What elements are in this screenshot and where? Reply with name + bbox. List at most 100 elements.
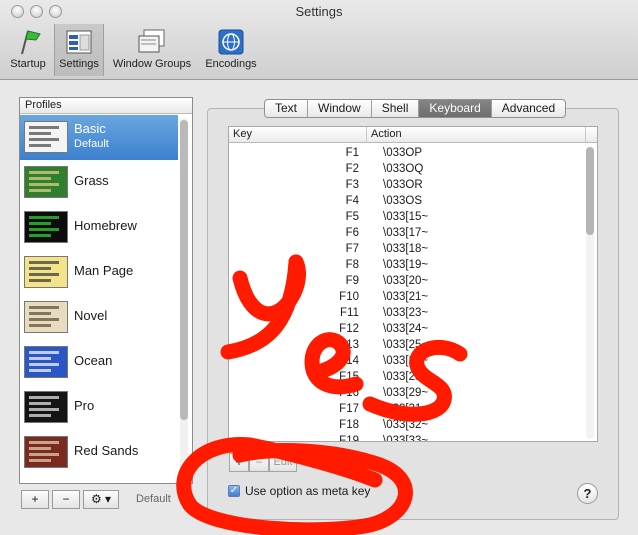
- toolbar-settings[interactable]: Settings: [54, 24, 104, 76]
- action-cell: \033[25~: [383, 339, 429, 351]
- profile-item-grass[interactable]: Grass: [20, 160, 178, 205]
- action-cell: \033[19~: [383, 259, 429, 271]
- key-cell: F5: [345, 211, 359, 223]
- column-header-key[interactable]: Key: [229, 127, 367, 143]
- help-button[interactable]: ?: [577, 483, 598, 504]
- profile-item-pro[interactable]: Pro: [20, 385, 178, 430]
- key-cell: F10: [339, 291, 359, 303]
- tab-shell[interactable]: Shell: [372, 100, 420, 117]
- key-mapping-row[interactable]: F7 \033[18~: [229, 241, 585, 257]
- profile-thumbnail: [24, 391, 68, 423]
- profiles-list[interactable]: Profiles Basic Default Grass Homebrew Man Pa…: [19, 97, 193, 484]
- profile-item-novel[interactable]: Novel: [20, 295, 178, 340]
- key-cell: F12: [339, 323, 359, 335]
- key-cell: F6: [345, 227, 359, 239]
- action-cell: \033OP: [383, 147, 422, 159]
- key-mapping-row[interactable]: F5 \033[15~: [229, 209, 585, 225]
- key-cell: F18: [339, 419, 359, 431]
- profile-item-homebrew[interactable]: Homebrew: [20, 205, 178, 250]
- profiles-scroll-thumb[interactable]: [180, 120, 188, 420]
- table-scrollbar[interactable]: [586, 147, 594, 439]
- action-cell: \033OR: [383, 179, 423, 191]
- key-mapping-row[interactable]: F15 \033[28~: [229, 369, 585, 385]
- remove-key-button[interactable]: −: [249, 453, 269, 472]
- key-cell: F17: [339, 403, 359, 415]
- add-key-button[interactable]: +: [229, 453, 249, 472]
- action-cell: \033OQ: [383, 163, 424, 175]
- key-mapping-row[interactable]: F9 \033[20~: [229, 273, 585, 289]
- toolbar-window-groups[interactable]: Window Groups: [108, 24, 196, 76]
- action-cell: \033[21~: [383, 291, 429, 303]
- key-mapping-row[interactable]: F17 \033[31~: [229, 401, 585, 417]
- key-mapping-row[interactable]: F11 \033[23~: [229, 305, 585, 321]
- default-profile-button[interactable]: Default: [136, 493, 171, 505]
- action-cell: \033[15~: [383, 211, 429, 223]
- profile-thumbnail: [24, 436, 68, 468]
- key-cell: F1: [345, 147, 359, 159]
- column-header-action[interactable]: Action: [367, 127, 585, 143]
- settings-panel-icon: [66, 30, 92, 54]
- action-cell: \033[28~: [383, 371, 429, 383]
- table-scroll-thumb[interactable]: [586, 147, 594, 235]
- edit-key-button[interactable]: Edit: [269, 453, 297, 472]
- key-mapping-row[interactable]: F1 \033OP: [229, 145, 585, 161]
- key-cell: F15: [339, 371, 359, 383]
- key-cell: F11: [340, 307, 359, 319]
- key-mapping-row[interactable]: F19 \033[33~: [229, 433, 585, 442]
- toolbar-startup[interactable]: Startup: [4, 24, 52, 76]
- key-cell: F9: [345, 275, 359, 287]
- profile-name: Basic: [74, 121, 106, 136]
- table-header-corner: [585, 127, 597, 143]
- key-mapping-row[interactable]: F4 \033OS: [229, 193, 585, 209]
- action-cell: \033[23~: [383, 307, 429, 319]
- title-bar: Settings Startup Settings Window Groups: [0, 0, 638, 80]
- profile-name: Red Sands: [74, 443, 139, 458]
- add-profile-button[interactable]: +: [21, 490, 49, 509]
- key-cell: F2: [345, 163, 359, 175]
- key-mapping-row[interactable]: F3 \033OR: [229, 177, 585, 193]
- profile-name: Homebrew: [74, 218, 137, 233]
- profiles-scrollbar[interactable]: [180, 118, 188, 480]
- tab-advanced[interactable]: Advanced: [492, 100, 565, 117]
- action-cell: \033[17~: [383, 227, 429, 239]
- tab-text[interactable]: Text: [265, 100, 309, 117]
- toolbar-encodings[interactable]: Encodings: [200, 24, 262, 76]
- profile-thumbnail: [24, 256, 68, 288]
- action-cell: \033[24~: [383, 323, 429, 335]
- key-mapping-row[interactable]: F8 \033[19~: [229, 257, 585, 273]
- profile-thumbnail: [24, 121, 68, 153]
- settings-tabs: Text Window Shell Keyboard Advanced: [264, 99, 567, 118]
- key-mapping-row[interactable]: F18 \033[32~: [229, 417, 585, 433]
- key-mapping-row[interactable]: F6 \033[17~: [229, 225, 585, 241]
- remove-profile-button[interactable]: −: [52, 490, 80, 509]
- key-mapping-row[interactable]: F14 \033[26~: [229, 353, 585, 369]
- key-cell: F7: [345, 243, 359, 255]
- profile-thumbnail: [24, 166, 68, 198]
- key-mapping-row[interactable]: F16 \033[29~: [229, 385, 585, 401]
- profile-name: Ocean: [74, 353, 113, 368]
- key-mapping-row[interactable]: F12 \033[24~: [229, 321, 585, 337]
- tab-keyboard[interactable]: Keyboard: [419, 100, 492, 117]
- action-cell: \033[20~: [383, 275, 429, 287]
- profile-thumbnail: [24, 301, 68, 333]
- action-cell: \033[33~: [383, 435, 429, 442]
- tab-window[interactable]: Window: [308, 100, 372, 117]
- key-mapping-row[interactable]: F13 \033[25~: [229, 337, 585, 353]
- action-cell: \033OS: [383, 195, 422, 207]
- profile-item-basic[interactable]: Basic Default: [20, 115, 178, 160]
- key-mapping-table[interactable]: Key Action F1 \033OP F2 \033OQ F3 \033OR F4 \03…: [228, 126, 598, 442]
- profile-default-tag: Default: [74, 138, 109, 150]
- profile-actions-gear-button[interactable]: ⚙ ▾: [83, 490, 119, 509]
- profile-thumbnail: [24, 346, 68, 378]
- key-cell: F3: [345, 179, 359, 191]
- profile-name: Man Page: [74, 263, 134, 278]
- profile-item-red-sands[interactable]: Red Sands: [20, 430, 178, 475]
- key-cell: F14: [339, 355, 359, 367]
- profile-item-ocean[interactable]: Ocean: [20, 340, 178, 385]
- meta-key-checkbox[interactable]: ✓: [228, 485, 240, 497]
- key-mapping-row[interactable]: F2 \033OQ: [229, 161, 585, 177]
- meta-key-label[interactable]: Use option as meta key: [245, 484, 370, 498]
- action-cell: \033[26~: [383, 355, 429, 367]
- key-mapping-row[interactable]: F10 \033[21~: [229, 289, 585, 305]
- profile-item-man-page[interactable]: Man Page: [20, 250, 178, 295]
